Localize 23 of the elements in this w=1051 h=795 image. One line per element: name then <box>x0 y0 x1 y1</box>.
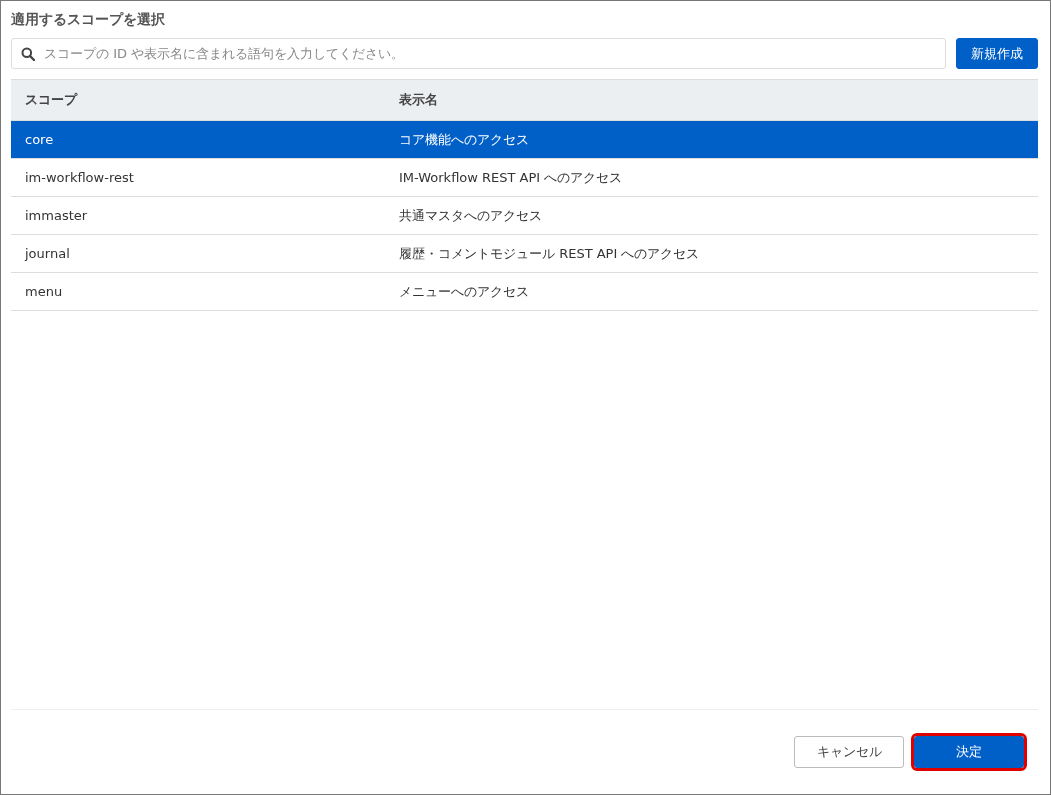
dialog-title: 適用するスコープを選択 <box>11 10 166 29</box>
scope-cell: immaster <box>25 208 88 223</box>
search-icon <box>21 47 35 61</box>
table-row[interactable]: journal 履歴・コメントモジュール REST API へのアクセス <box>11 235 1038 273</box>
table-row[interactable]: menu メニューへのアクセス <box>11 273 1038 311</box>
table-row[interactable]: core コア機能へのアクセス <box>11 121 1038 159</box>
scope-cell: core <box>25 132 54 147</box>
display-name-cell: 共通マスタへのアクセス <box>399 207 542 223</box>
cancel-button[interactable]: キャンセル <box>794 736 904 768</box>
display-name-cell: メニューへのアクセス <box>399 283 529 299</box>
column-header: 表示名 <box>399 92 438 107</box>
scope-cell: journal <box>25 246 70 261</box>
confirm-button[interactable]: 決定 <box>914 736 1024 768</box>
display-name-cell: 履歴・コメントモジュール REST API へのアクセス <box>399 245 700 261</box>
create-button[interactable]: 新規作成 <box>956 38 1038 69</box>
scope-cell: im-workflow-rest <box>25 170 134 185</box>
column-header: スコープ <box>25 92 77 107</box>
table-row[interactable]: im-workflow-rest IM-Workflow REST API へのアクセス <box>11 159 1038 197</box>
search-field[interactable]: スコープの ID や表示名に含まれる語句を入力してください。 <box>11 38 946 69</box>
display-name-cell: IM-Workflow REST API へのアクセス <box>399 169 623 185</box>
display-name-cell: コア機能へのアクセス <box>399 131 529 147</box>
scope-cell: menu <box>25 284 63 299</box>
table-row[interactable]: immaster 共通マスタへのアクセス <box>11 197 1038 235</box>
